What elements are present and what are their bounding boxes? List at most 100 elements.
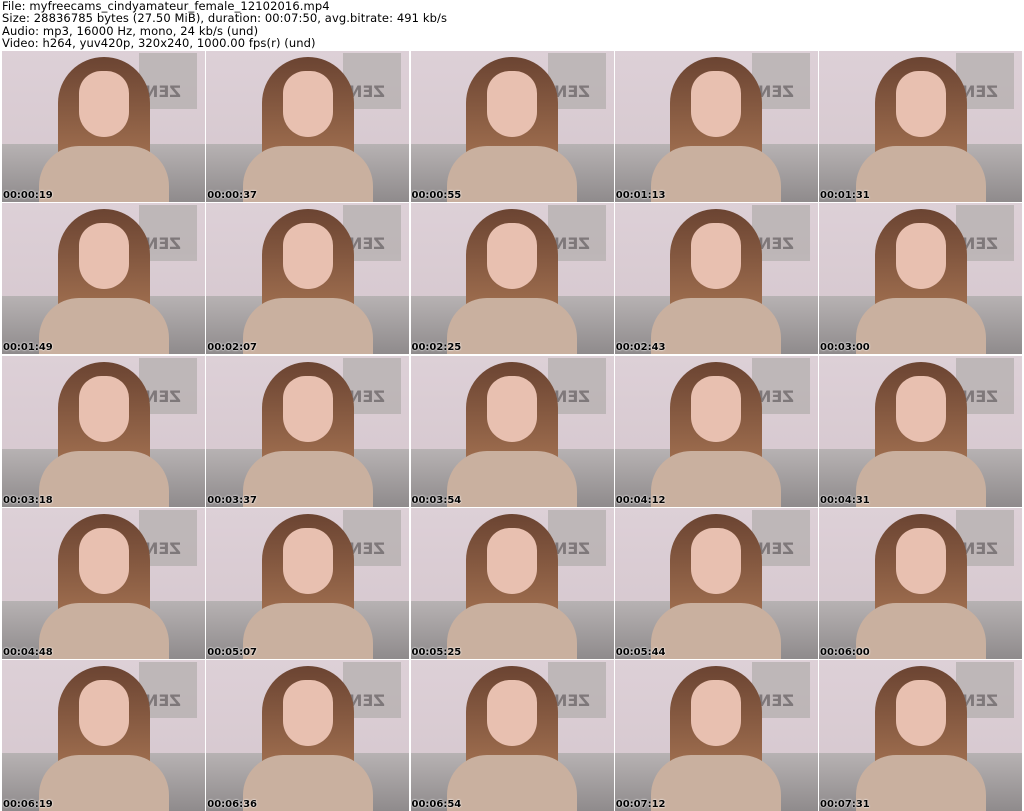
video-thumbnail: 00:06:19	[2, 660, 205, 811]
person-body-image	[242, 298, 373, 355]
thumbnail-timestamp: 00:04:12	[615, 494, 666, 506]
person-body-image	[38, 755, 169, 811]
person-body-image	[651, 298, 782, 355]
video-thumbnail: 00:03:37	[206, 355, 410, 507]
video-thumbnail: 00:04:31	[819, 355, 1022, 507]
file-size-line: Size: 28836785 bytes (27.50 MiB), durati…	[2, 11, 448, 26]
thumbnail-timestamp: 00:06:54	[411, 799, 462, 810]
thumbnail-timestamp: 00:04:31	[820, 494, 870, 506]
video-thumbnail: 00:07:12	[614, 660, 818, 811]
person-body-image	[855, 602, 986, 659]
thumbnail-timestamp: 00:05:44	[615, 646, 666, 658]
person-body-image	[447, 450, 577, 507]
thumbnail-timestamp: 00:01:31	[820, 190, 870, 201]
thumbnail-timestamp: 00:03:54	[411, 494, 462, 506]
video-thumbnail: 00:00:19	[2, 51, 205, 202]
person-face-image	[895, 680, 946, 746]
thumbnail-timestamp: 00:05:07	[207, 646, 257, 658]
thumbnail-grid: 00:00:19 00:00:37 00:00:55 00:01:13 00:01:31…	[2, 51, 1022, 811]
person-body-image	[38, 146, 169, 202]
thumbnail-timestamp: 00:03:18	[3, 494, 53, 506]
video-thumbnail: 00:06:00	[819, 507, 1022, 659]
person-face-image	[78, 223, 129, 290]
thumbnail-timestamp: 00:02:07	[207, 342, 257, 354]
video-thumbnail: 00:00:37	[206, 51, 410, 202]
person-face-image	[895, 527, 946, 594]
person-body-image	[447, 602, 577, 659]
person-body-image	[651, 602, 782, 659]
thumbnail-timestamp: 00:01:13	[615, 190, 666, 201]
person-body-image	[855, 146, 986, 202]
person-face-image	[78, 527, 129, 594]
thumbnail-timestamp: 00:04:48	[3, 646, 53, 658]
person-face-image	[895, 71, 946, 137]
video-thumbnail: 00:05:25	[410, 507, 614, 659]
person-body-image	[242, 602, 373, 659]
person-face-image	[895, 223, 946, 290]
person-face-image	[282, 223, 333, 290]
video-info-line: Video: h264, yuv420p, 320x240, 1000.00 f…	[2, 36, 316, 51]
video-thumbnail: 00:06:54	[410, 660, 614, 811]
person-face-image	[487, 223, 537, 290]
thumbnail-timestamp: 00:06:00	[820, 646, 870, 658]
person-body-image	[855, 298, 986, 355]
person-body-image	[242, 146, 373, 202]
thumbnail-timestamp: 00:00:19	[3, 190, 53, 201]
video-thumbnail: 00:05:07	[206, 507, 410, 659]
video-thumbnail: 00:03:00	[819, 203, 1022, 355]
person-face-image	[282, 71, 333, 137]
person-body-image	[651, 755, 782, 811]
video-thumbnail: 00:02:43	[614, 203, 818, 355]
person-body-image	[38, 298, 169, 355]
thumbnail-timestamp: 00:01:49	[3, 342, 53, 354]
person-body-image	[651, 146, 782, 202]
person-face-image	[691, 375, 742, 442]
video-thumbnail: 00:06:36	[206, 660, 410, 811]
thumbnail-timestamp: 00:06:36	[207, 799, 257, 810]
video-thumbnail: 00:02:25	[410, 203, 614, 355]
person-face-image	[487, 375, 537, 442]
video-thumbnail: 00:03:54	[410, 355, 614, 507]
person-face-image	[282, 527, 333, 594]
thumbnail-timestamp: 00:02:43	[615, 342, 666, 354]
person-body-image	[38, 450, 169, 507]
video-thumbnail: 00:02:07	[206, 203, 410, 355]
person-face-image	[282, 375, 333, 442]
thumbnail-timestamp: 00:03:37	[207, 494, 257, 506]
person-face-image	[487, 680, 537, 746]
person-face-image	[78, 375, 129, 442]
thumbnail-timestamp: 00:00:37	[207, 190, 257, 201]
video-thumbnail: 00:01:49	[2, 203, 205, 355]
thumbnail-timestamp: 00:05:25	[411, 646, 462, 658]
person-body-image	[447, 755, 577, 811]
person-face-image	[487, 71, 537, 137]
video-thumbnail: 00:03:18	[2, 355, 205, 507]
video-thumbnail: 00:04:12	[614, 355, 818, 507]
thumbnail-timestamp: 00:07:12	[615, 799, 666, 810]
person-face-image	[691, 680, 742, 746]
person-face-image	[487, 527, 537, 594]
person-face-image	[78, 680, 129, 746]
person-face-image	[78, 71, 129, 137]
person-face-image	[895, 375, 946, 442]
person-body-image	[242, 755, 373, 811]
person-face-image	[282, 680, 333, 746]
person-body-image	[651, 450, 782, 507]
video-thumbnail: 00:04:48	[2, 507, 205, 659]
video-thumbnail: 00:05:44	[614, 507, 818, 659]
person-body-image	[855, 755, 986, 811]
person-face-image	[691, 527, 742, 594]
thumbnail-timestamp: 00:02:25	[411, 342, 462, 354]
file-info-header: File: myfreecams_cindyamateur_female_121…	[2, 0, 447, 50]
person-body-image	[38, 602, 169, 659]
thumbnail-timestamp: 00:00:55	[411, 190, 462, 201]
video-thumbnail: 00:01:31	[819, 51, 1022, 202]
thumbnail-timestamp: 00:07:31	[820, 799, 870, 810]
person-body-image	[447, 146, 577, 202]
person-body-image	[855, 450, 986, 507]
person-face-image	[691, 71, 742, 137]
person-body-image	[447, 298, 577, 355]
video-thumbnail: 00:07:31	[819, 660, 1022, 811]
video-thumbnail: 00:00:55	[410, 51, 614, 202]
person-body-image	[242, 450, 373, 507]
